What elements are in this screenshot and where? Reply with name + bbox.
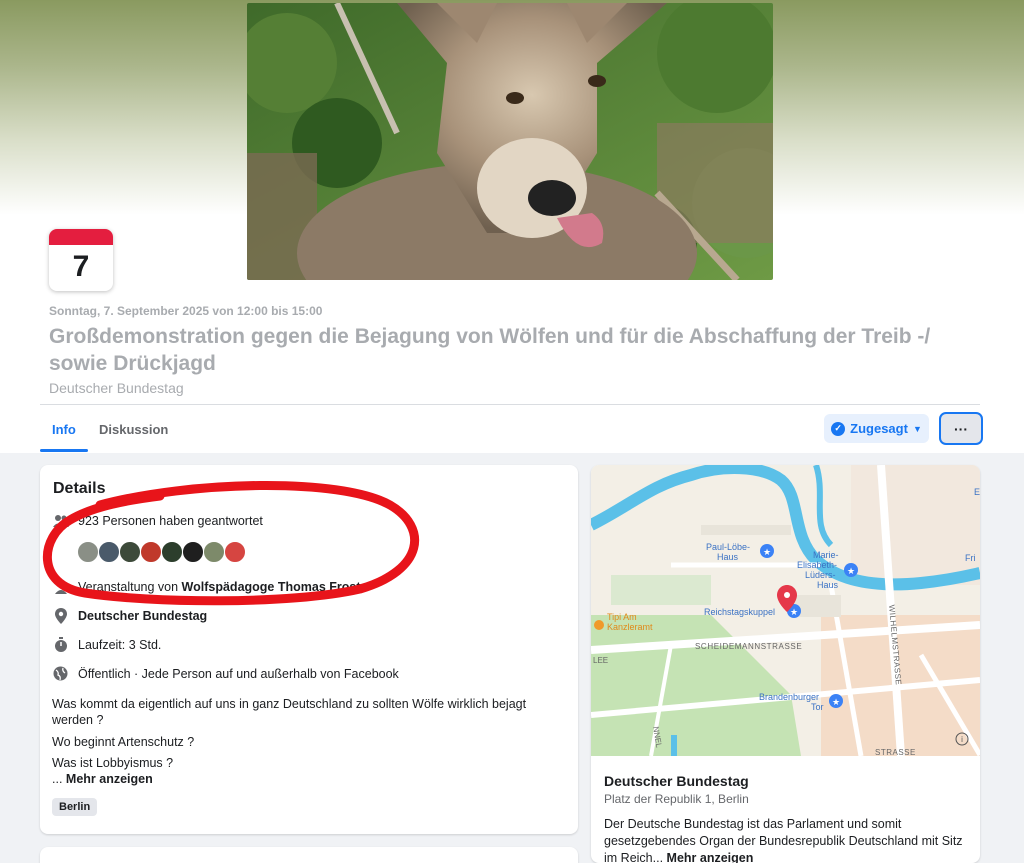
chevron-down-icon: ▼	[912, 423, 922, 434]
going-button[interactable]: ✓ Zugesagt ▼	[824, 414, 929, 443]
organizer-row: Veranstaltung von Wolfspädagoge Thomas F…	[52, 578, 361, 595]
divider	[40, 404, 980, 405]
event-title: Großdemonstration gegen die Bejagung von…	[49, 325, 931, 375]
tab-info[interactable]: Info	[52, 422, 76, 437]
description-line-2: Wo beginnt Artenschutz ?	[52, 735, 195, 749]
svg-text:★: ★	[763, 547, 771, 557]
tab-discussion[interactable]: Diskussion	[99, 422, 168, 437]
cover-photo-wolf[interactable]	[247, 3, 773, 280]
location-card: ★ ★ ★ ★ Paul-Löbe-Haus Marie-Elisabeth-L…	[591, 465, 980, 863]
attendee-avatars[interactable]	[77, 541, 246, 563]
details-heading: Details	[53, 480, 106, 497]
check-icon: ✓	[831, 421, 846, 436]
location-map[interactable]: ★ ★ ★ ★ Paul-Löbe-Haus Marie-Elisabeth-L…	[591, 465, 980, 756]
duration-text: Laufzeit: 3 Std.	[78, 637, 162, 652]
calendar-icon: 7	[49, 229, 113, 291]
svg-text:i: i	[961, 735, 963, 744]
next-card	[40, 847, 578, 863]
attendee-avatar[interactable]	[119, 541, 141, 563]
place-row[interactable]: Deutscher Bundestag	[52, 607, 207, 624]
svg-text:Reichstagskuppel: Reichstagskuppel	[704, 607, 775, 617]
svg-text:Fri: Fri	[965, 553, 976, 563]
privacy-row: Öffentlich · Jede Person auf und außerha…	[52, 665, 399, 682]
attendee-avatar[interactable]	[203, 541, 225, 563]
organizer-prefix: Veranstaltung von	[78, 579, 182, 594]
responses-text: 923 Personen haben geantwortet	[78, 513, 263, 528]
svg-text:★: ★	[847, 566, 855, 576]
location-description-text: Der Deutsche Bundestag ist das Parlament…	[604, 817, 963, 863]
organizer-link[interactable]: Wolfspädagoge Thomas Frost	[182, 580, 361, 594]
event-location[interactable]: Deutscher Bundestag	[49, 380, 184, 396]
location-address: Platz der Republik 1, Berlin	[604, 792, 749, 806]
attendee-avatar[interactable]	[224, 541, 246, 563]
svg-text:STRASSE: STRASSE	[875, 748, 916, 756]
location-title[interactable]: Deutscher Bundestag	[604, 773, 749, 789]
svg-text:LEE: LEE	[593, 656, 608, 665]
svg-text:E: E	[974, 487, 980, 497]
stopwatch-icon	[52, 636, 69, 653]
location-description: Der Deutsche Bundestag ist das Parlament…	[604, 816, 972, 863]
globe-icon	[52, 665, 69, 682]
privacy-text: Öffentlich · Jede Person auf und außerha…	[78, 666, 399, 681]
going-label: Zugesagt	[850, 421, 908, 436]
event-header: 7 Sonntag, 7. September 2025 von 12:00 b…	[0, 0, 1024, 453]
more-options-button[interactable]: ···	[939, 412, 983, 445]
show-more-link[interactable]: Mehr anzeigen	[66, 772, 153, 786]
calendar-day: 7	[72, 250, 90, 283]
people-icon	[52, 512, 69, 529]
location-pin-icon	[52, 607, 69, 624]
attendee-avatar[interactable]	[161, 541, 183, 563]
description-line-1: Was kommt da eigentlich auf uns in ganz …	[52, 697, 527, 727]
place-name: Deutscher Bundestag	[78, 608, 208, 623]
svg-text:★: ★	[790, 607, 798, 617]
attendee-avatar[interactable]	[140, 541, 162, 563]
tag-berlin[interactable]: Berlin	[52, 798, 98, 816]
ellipsis: ...	[52, 772, 66, 786]
svg-text:SCHEIDEMANNSTRASSE: SCHEIDEMANNSTRASSE	[695, 642, 802, 651]
attendee-avatar[interactable]	[182, 541, 204, 563]
person-icon	[52, 578, 69, 595]
description-more: ... Mehr anzeigen	[52, 771, 567, 787]
svg-text:★: ★	[832, 697, 840, 707]
attendee-avatar[interactable]	[98, 541, 120, 563]
details-card: Details 923 Personen haben geantwortet V…	[40, 465, 578, 834]
tab-active-indicator	[40, 449, 88, 452]
location-show-more-link[interactable]: Mehr anzeigen	[667, 851, 754, 863]
responses-row[interactable]: 923 Personen haben geantwortet	[52, 512, 263, 529]
event-datetime: Sonntag, 7. September 2025 von 12:00 bis…	[49, 304, 323, 318]
attendee-avatar[interactable]	[77, 541, 99, 563]
duration-row: Laufzeit: 3 Std.	[52, 636, 161, 653]
description-line-3: Was ist Lobbyismus ?	[52, 756, 174, 770]
